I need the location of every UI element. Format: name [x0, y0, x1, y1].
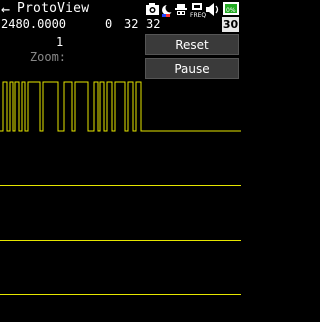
- protoview-screen: ← ProtoView 2480.0000 0 32 32 Zoom: 1 FR…: [0, 0, 241, 322]
- signal-trace: [0, 81, 241, 132]
- signal-waveform-display: [0, 81, 241, 295]
